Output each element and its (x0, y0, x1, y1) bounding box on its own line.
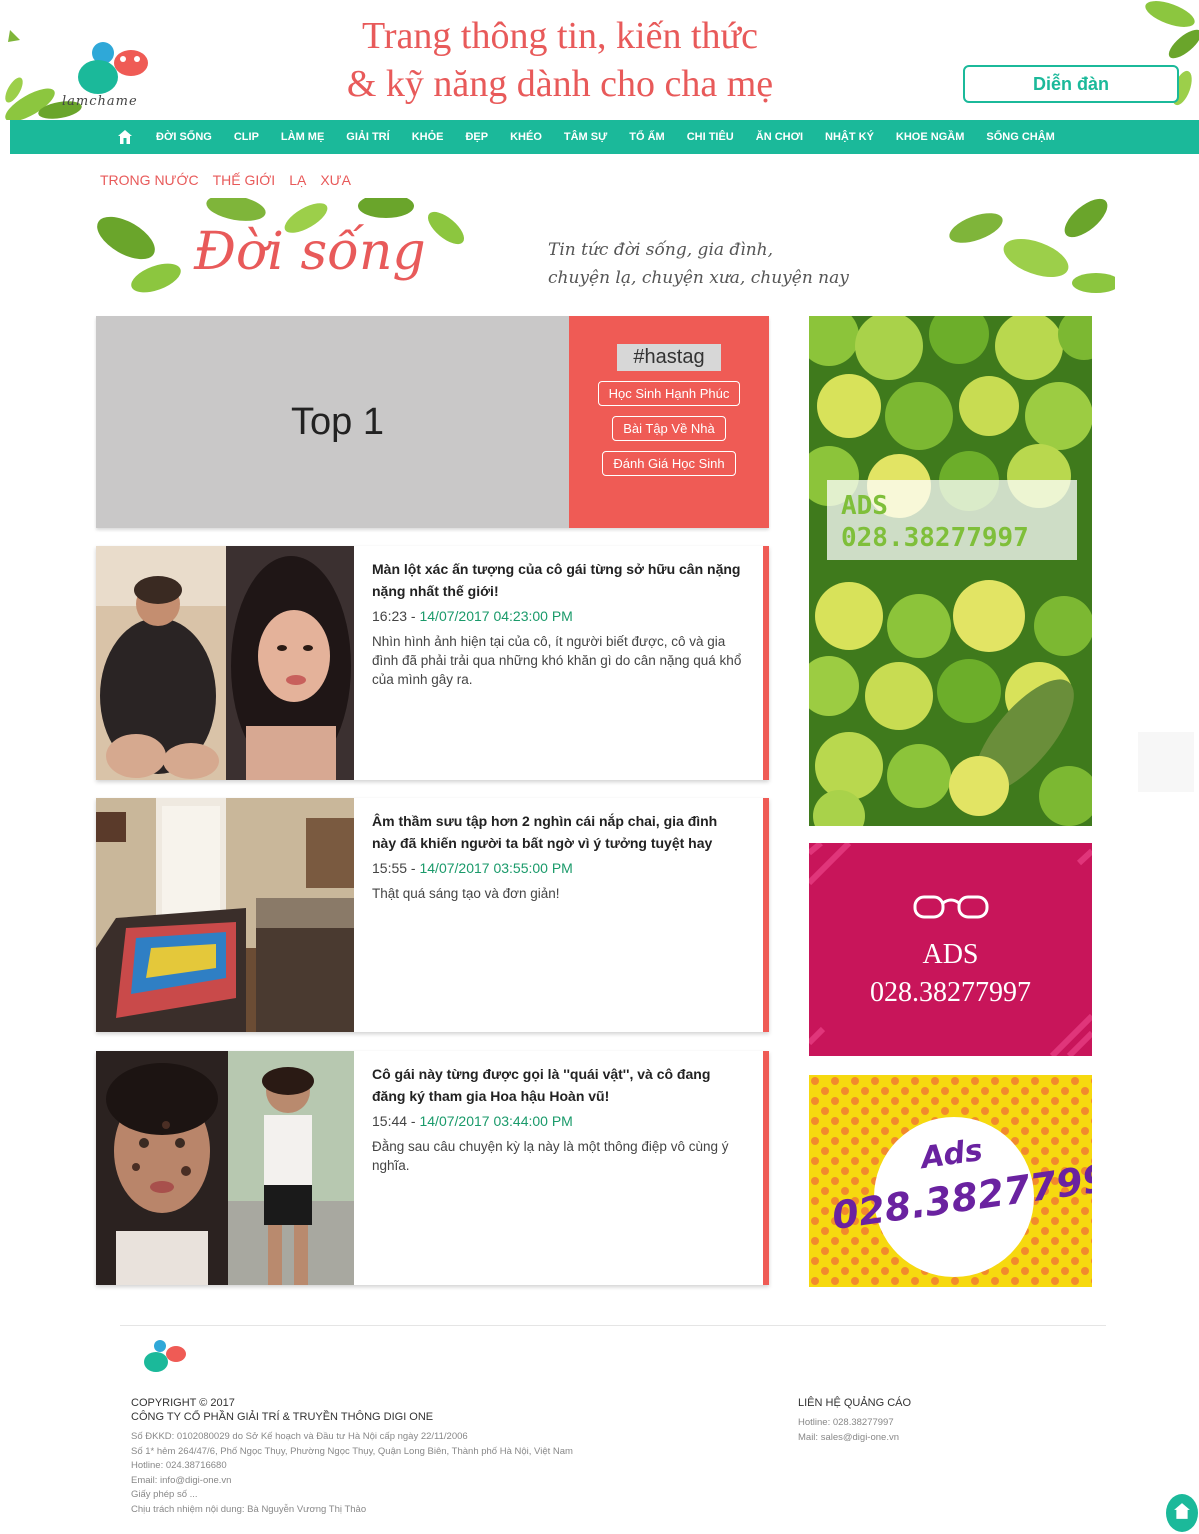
article-body: Cô gái này từng được gọi là ''quái vật''… (354, 1051, 769, 1285)
footer-ad-contact: LIÊN HỆ QUẢNG CÁO Hotline: 028.38277997 … (798, 1396, 911, 1445)
subnav-item-xua[interactable]: XƯA (320, 172, 351, 188)
ad-label-phone: 028.38277997 (841, 523, 1029, 553)
footer-contact-list: Hotline: 028.38277997 Mail: sales@digi-o… (798, 1416, 911, 1445)
footer-contact-line[interactable]: Mail: sales@digi-one.vn (798, 1431, 911, 1446)
nav-item-giai-tri[interactable]: GIẢI TRÍ (346, 131, 389, 143)
hashtag-item[interactable]: Học Sinh Hạnh Phúc (597, 381, 741, 406)
article-meta: 15:44 - 14/07/2017 03:44:00 PM (372, 1113, 745, 1129)
ad-label-title: ADS (841, 491, 888, 521)
top-feature-label: Top 1 (291, 400, 384, 443)
article-thumbnail[interactable] (96, 546, 354, 780)
article-datetime: 14/07/2017 03:44:00 PM (419, 1113, 573, 1129)
article-time: 16:23 - (372, 608, 420, 624)
article-body: Âm thầm sưu tập hơn 2 nghìn cái nắp chai… (354, 798, 769, 1032)
footer-info-line: Chịu trách nhiệm nội dung: Bà Nguyễn Vươ… (131, 1503, 367, 1515)
nav-item-an-choi[interactable]: ĂN CHƠI (756, 131, 803, 143)
article-datetime: 14/07/2017 03:55:00 PM (419, 860, 573, 876)
hashtag-panel: #hastag Học Sinh Hạnh Phúc Bài Tập Về Nh… (569, 316, 769, 528)
nav-item-khoe-ngam[interactable]: KHOE NGẦM (896, 131, 964, 143)
scroll-to-top-button[interactable] (1166, 1494, 1198, 1532)
top-feature-card: Top 1 #hastag Học Sinh Hạnh Phúc Bài Tập… (96, 316, 769, 528)
site-header: lamchame Trang thông tin, kiến thức & kỹ… (0, 0, 1199, 120)
nav-item-kheo[interactable]: KHÉO (510, 131, 542, 143)
article-meta: 16:23 - 14/07/2017 04:23:00 PM (372, 608, 745, 624)
footer-copyright: COPYRIGHT © 2017 (131, 1397, 235, 1409)
nav-item-dep[interactable]: ĐẸP (465, 131, 488, 143)
article-time: 15:44 - (372, 1113, 420, 1129)
article-accent-bar (763, 546, 769, 780)
footer-info-list: Số ĐKKD: 0102080029 do Sở Kế hoạch và Đầ… (131, 1430, 573, 1517)
nav-item-to-am[interactable]: TỔ ẤM (629, 131, 664, 143)
ad-banner-limes[interactable]: ADS 028.38277997 (809, 316, 1092, 826)
nav-item-khoe[interactable]: KHỎE (412, 131, 444, 143)
article-card[interactable]: Cô gái này từng được gọi là ''quái vật''… (96, 1051, 769, 1285)
nav-item-clip[interactable]: CLIP (234, 131, 259, 143)
article-title[interactable]: Âm thầm sưu tập hơn 2 nghìn cái nắp chai… (372, 810, 745, 854)
article-meta: 15:55 - 14/07/2017 03:55:00 PM (372, 860, 745, 876)
footer-info-line[interactable]: Email: info@digi-one.vn (131, 1474, 573, 1489)
article-body: Màn lột xác ấn tượng của cô gái từng sở … (354, 546, 769, 780)
footer-company: CÔNG TY CỔ PHẦN GIẢI TRÍ & TRUYỀN THÔNG … (131, 1411, 434, 1423)
hashtag-item[interactable]: Đánh Giá Học Sinh (602, 451, 736, 476)
ad-banner-polka[interactable]: Ads 028.38277997 (809, 1075, 1092, 1287)
logo-text: lamchame (62, 94, 138, 109)
article-datetime: 14/07/2017 04:23:00 PM (419, 608, 573, 624)
nav-item-lam-me[interactable]: LÀM MẸ (281, 131, 324, 143)
forum-button[interactable]: Diễn đàn (963, 65, 1179, 103)
category-title: Đời sống (194, 222, 426, 282)
nav-item-doi-song[interactable]: ĐỜI SỐNG (156, 131, 212, 143)
subnav-item-la[interactable]: LẠ (289, 172, 306, 188)
sub-nav: TRONG NƯỚC THẾ GIỚI LẠ XƯA (100, 172, 351, 188)
footer-divider (120, 1325, 1106, 1326)
footer-contact-title: LIÊN HỆ QUẢNG CÁO (798, 1397, 912, 1409)
hashtag-item[interactable]: Bài Tập Về Nhà (612, 416, 726, 441)
nav-item-chi-tieu[interactable]: CHI TIÊU (687, 131, 734, 143)
article-accent-bar (763, 1051, 769, 1285)
ad-label: ADS 028.38277997 (827, 480, 1077, 560)
article-title[interactable]: Cô gái này từng được gọi là ''quái vật''… (372, 1063, 745, 1107)
article-card[interactable]: Âm thầm sưu tập hơn 2 nghìn cái nắp chai… (96, 798, 769, 1032)
category-banner: Đời sống Tin tức đời sống, gia đình, chu… (96, 198, 1115, 298)
subnav-item-the-gioi[interactable]: THẾ GIỚI (213, 172, 276, 188)
glasses-icon (911, 891, 991, 925)
footer-logo[interactable] (134, 1338, 204, 1384)
nav-item-tam-su[interactable]: TÂM SỰ (564, 131, 607, 143)
nav-item-song-cham[interactable]: SỐNG CHẬM (986, 131, 1054, 143)
home-icon (1173, 1502, 1191, 1524)
main-nav: ĐỜI SỐNG CLIP LÀM MẸ GIẢI TRÍ KHỎE ĐẸP K… (10, 120, 1199, 154)
limes-image (809, 316, 1092, 826)
footer-contact-line: Hotline: 028.38277997 (798, 1417, 894, 1428)
subnav-item-trong-nuoc[interactable]: TRONG NƯỚC (100, 172, 199, 188)
category-subtitle-line-1: Tin tức đời sống, gia đình, (548, 240, 774, 260)
hashtag-title: #hastag (617, 344, 721, 371)
article-description: Đằng sau câu chuyện kỳ lạ này là một thô… (372, 1139, 729, 1173)
nav-item-nhat-ky[interactable]: NHẬT KÝ (825, 131, 874, 143)
category-subtitle-line-2: chuyện lạ, chuyện xưa, chuyện nay (548, 268, 849, 288)
article-accent-bar (763, 798, 769, 1032)
footer-company-info: COPYRIGHT © 2017 CÔNG TY CỔ PHẦN GIẢI TR… (131, 1396, 573, 1517)
article-description: Thật quá sáng tạo và đơn giản! (372, 886, 560, 901)
tagline-line-2: & kỹ năng dành cho cha mẹ (346, 63, 774, 105)
article-description: Nhìn hình ảnh hiện tại của cô, ít người … (372, 634, 742, 687)
footer-info-line: Số ĐKKD: 0102080029 do Sở Kế hoạch và Đầ… (131, 1431, 468, 1442)
ad-title: ADS (922, 938, 979, 970)
category-subtitle: Tin tức đời sống, gia đình, chuyện lạ, c… (548, 236, 849, 292)
article-title[interactable]: Màn lột xác ấn tượng của cô gái từng sở … (372, 558, 745, 602)
tagline-line-1: Trang thông tin, kiến thức (361, 15, 758, 57)
footer-info-line: Giấy phép số ... (131, 1489, 198, 1500)
article-card[interactable]: Màn lột xác ấn tượng của cô gái từng sở … (96, 546, 769, 780)
side-placeholder (1138, 732, 1194, 792)
article-thumbnail[interactable] (96, 798, 354, 1032)
article-thumbnail[interactable] (96, 1051, 354, 1285)
top-feature[interactable]: Top 1 (96, 316, 569, 528)
home-icon[interactable] (116, 128, 134, 146)
footer-info-line: Số 1* hẻm 264/47/6, Phố Ngọc Thụy, Phườn… (131, 1445, 573, 1457)
footer-info-line: Hotline: 024.38716680 (131, 1460, 227, 1471)
ad-phone: 028.38277997 (870, 976, 1031, 1008)
ad-banner-glasses[interactable]: ADS 028.38277997 (809, 843, 1092, 1056)
article-time: 15:55 - (372, 860, 420, 876)
site-tagline: Trang thông tin, kiến thức & kỹ năng dàn… (300, 12, 820, 108)
